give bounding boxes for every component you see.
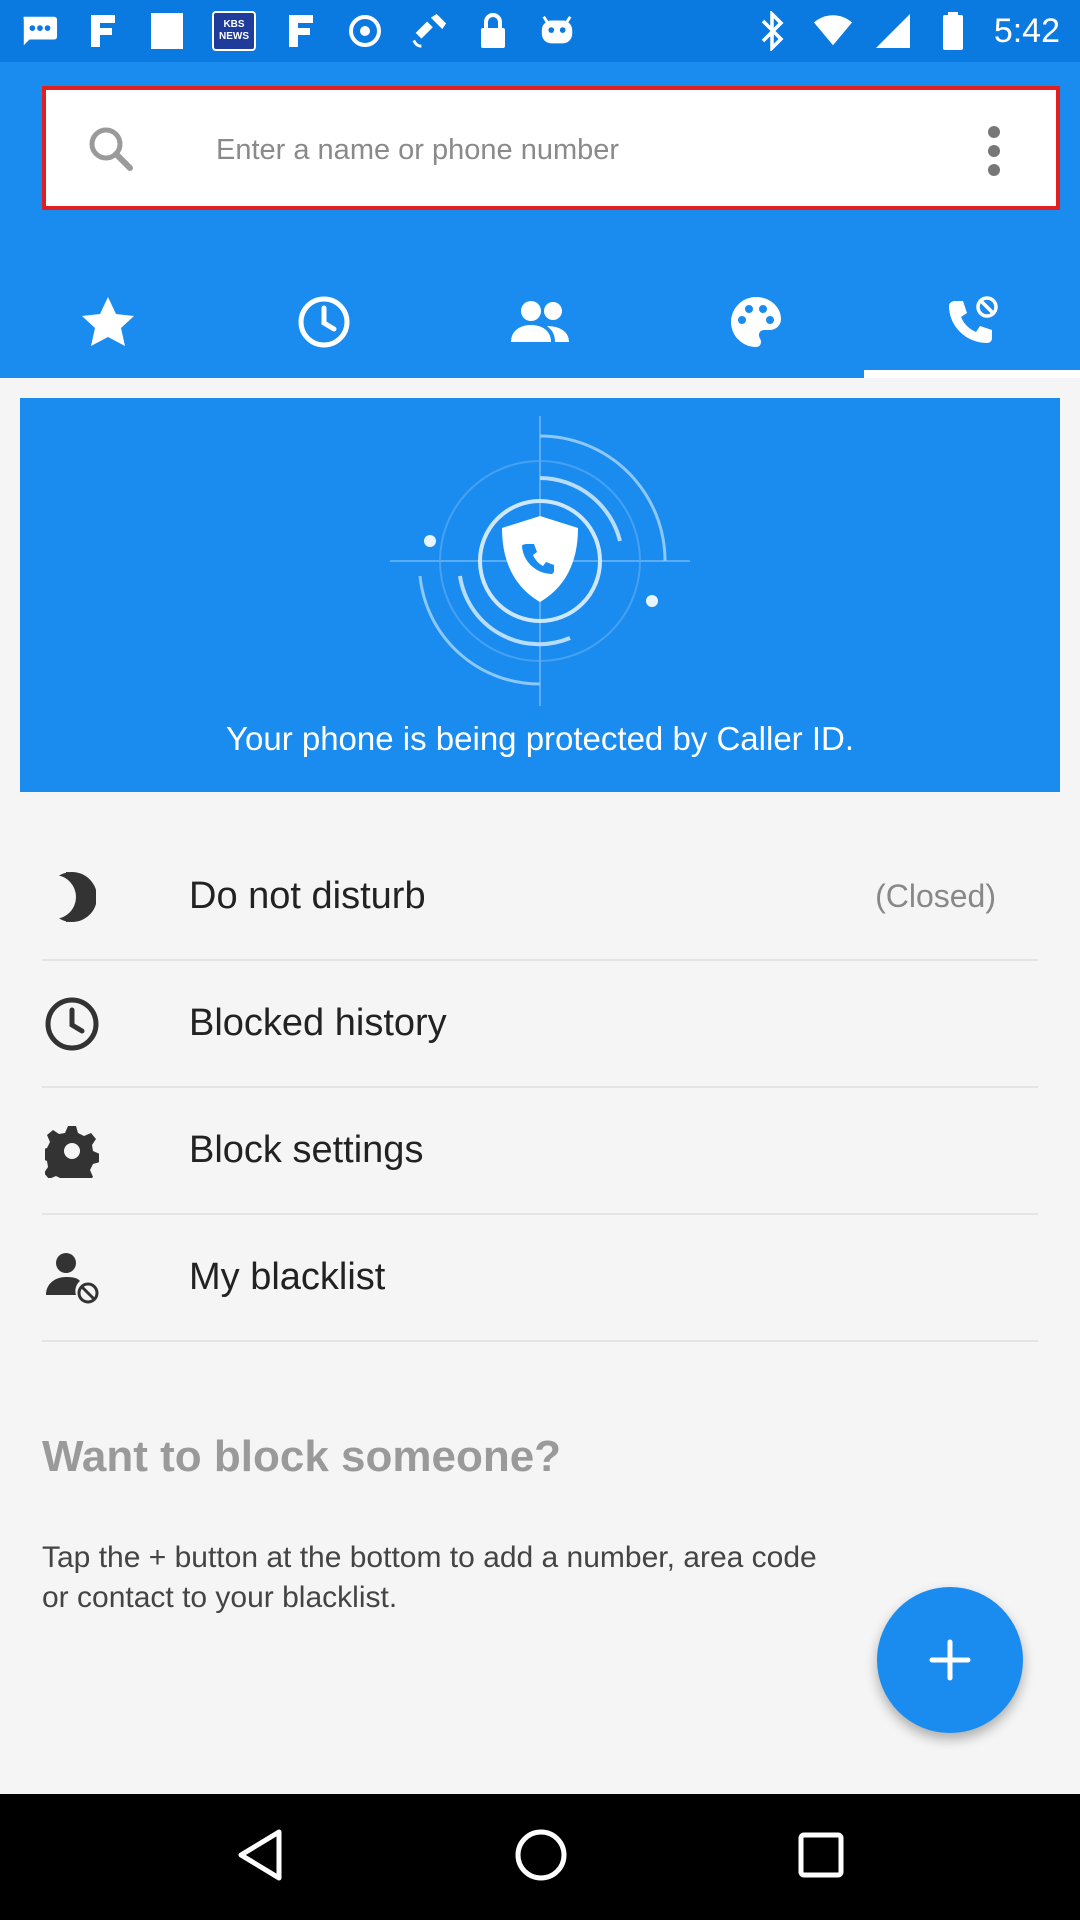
clock-icon <box>298 296 350 348</box>
help-body: Tap the + button at the bottom to add a … <box>42 1541 817 1614</box>
tab-bar <box>0 266 1080 378</box>
back-icon <box>238 1829 282 1880</box>
tab-themes[interactable] <box>648 266 864 378</box>
system-nav-bar <box>0 1794 1080 1920</box>
clock-time: 5:42 <box>993 11 1060 50</box>
satellite-icon <box>410 12 448 50</box>
list-item-block-settings[interactable]: Block settings <box>42 1088 1038 1215</box>
back-button[interactable] <box>235 1828 285 1887</box>
bluetooth-icon <box>754 11 792 51</box>
list-item-my-blacklist[interactable]: My blacklist <box>42 1215 1038 1342</box>
palette-icon <box>731 297 781 347</box>
call-block-icon <box>949 296 998 343</box>
block-options-list: Do not disturb (Closed) Blocked history … <box>42 834 1038 1342</box>
lock-icon <box>474 12 512 50</box>
search-input[interactable] <box>216 120 976 180</box>
home-button[interactable] <box>514 1828 568 1887</box>
recents-icon <box>798 1832 844 1877</box>
clock-icon <box>42 994 102 1054</box>
plus-icon <box>929 1639 971 1681</box>
list-item-label: Do not disturb <box>189 875 426 917</box>
shield-radar-graphic <box>390 416 690 706</box>
list-item-label: Block settings <box>189 1129 424 1171</box>
tab-recents[interactable] <box>216 266 432 378</box>
star-icon <box>82 297 134 346</box>
blank-box-icon <box>148 12 186 50</box>
kbs-news-icon: KBS NEWS <box>212 11 256 51</box>
signal-icon <box>874 12 912 50</box>
status-bar: KBS NEWS 5:42 <box>0 0 1080 62</box>
wifi-icon <box>813 12 852 50</box>
moon-icon <box>42 867 102 927</box>
protection-message: Your phone is being protected by Caller … <box>226 720 854 757</box>
search-box[interactable] <box>42 86 1060 210</box>
list-item-label: Blocked history <box>189 1002 447 1044</box>
more-options-icon[interactable] <box>984 126 1004 176</box>
home-icon <box>515 1829 567 1880</box>
list-item-blocked-history[interactable]: Blocked history <box>42 961 1038 1088</box>
list-item-label: My blacklist <box>189 1256 386 1298</box>
gear-icon <box>42 1121 102 1181</box>
protection-banner: Your phone is being protected by Caller … <box>20 398 1060 792</box>
flag-icon <box>282 12 320 50</box>
fake-gps-icon <box>84 12 122 50</box>
message-icon <box>20 12 58 50</box>
dnd-status: (Closed) <box>875 878 996 914</box>
tab-favorites[interactable] <box>0 266 216 378</box>
contacts-icon <box>511 301 569 342</box>
search-icon[interactable] <box>86 124 136 174</box>
list-item-do-not-disturb[interactable]: Do not disturb (Closed) <box>42 834 1038 961</box>
battery-icon <box>934 12 972 50</box>
tab-call-blocker[interactable] <box>864 266 1080 378</box>
tab-contacts[interactable] <box>432 266 648 378</box>
recents-button[interactable] <box>797 1831 845 1884</box>
add-to-blacklist-button[interactable] <box>877 1587 1023 1733</box>
sync-disabled-icon <box>346 12 384 50</box>
app-header <box>0 62 1080 378</box>
android-icon <box>538 12 576 50</box>
person-block-icon <box>42 1248 102 1308</box>
help-title: Want to block someone? <box>42 1432 562 1481</box>
